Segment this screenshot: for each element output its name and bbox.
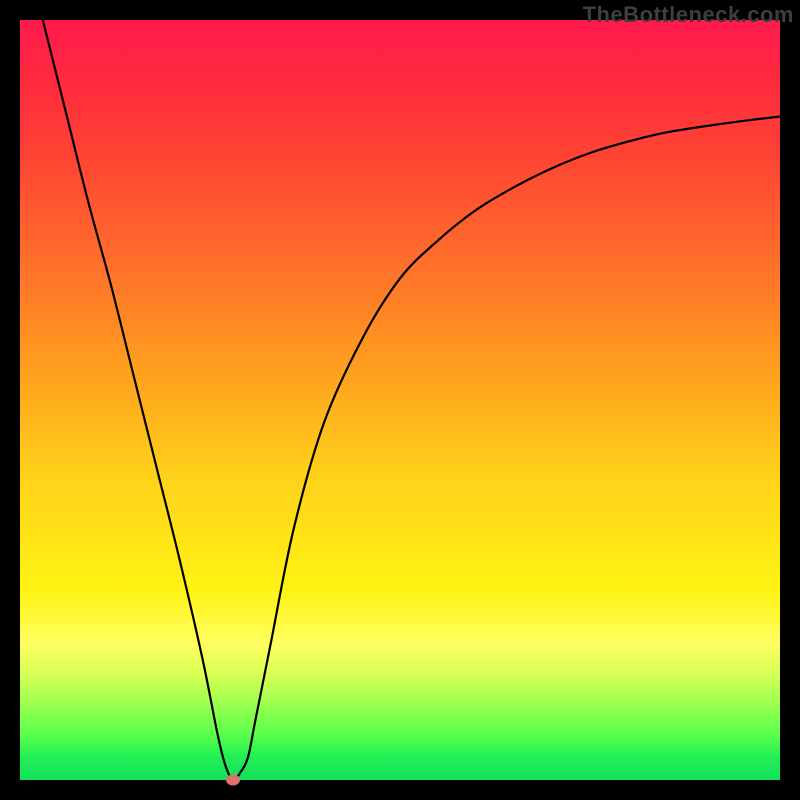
watermark-text: TheBottleneck.com: [583, 2, 794, 28]
bottleneck-curve: [20, 20, 780, 780]
chart-frame: [20, 20, 780, 780]
minimum-marker: [226, 775, 240, 786]
